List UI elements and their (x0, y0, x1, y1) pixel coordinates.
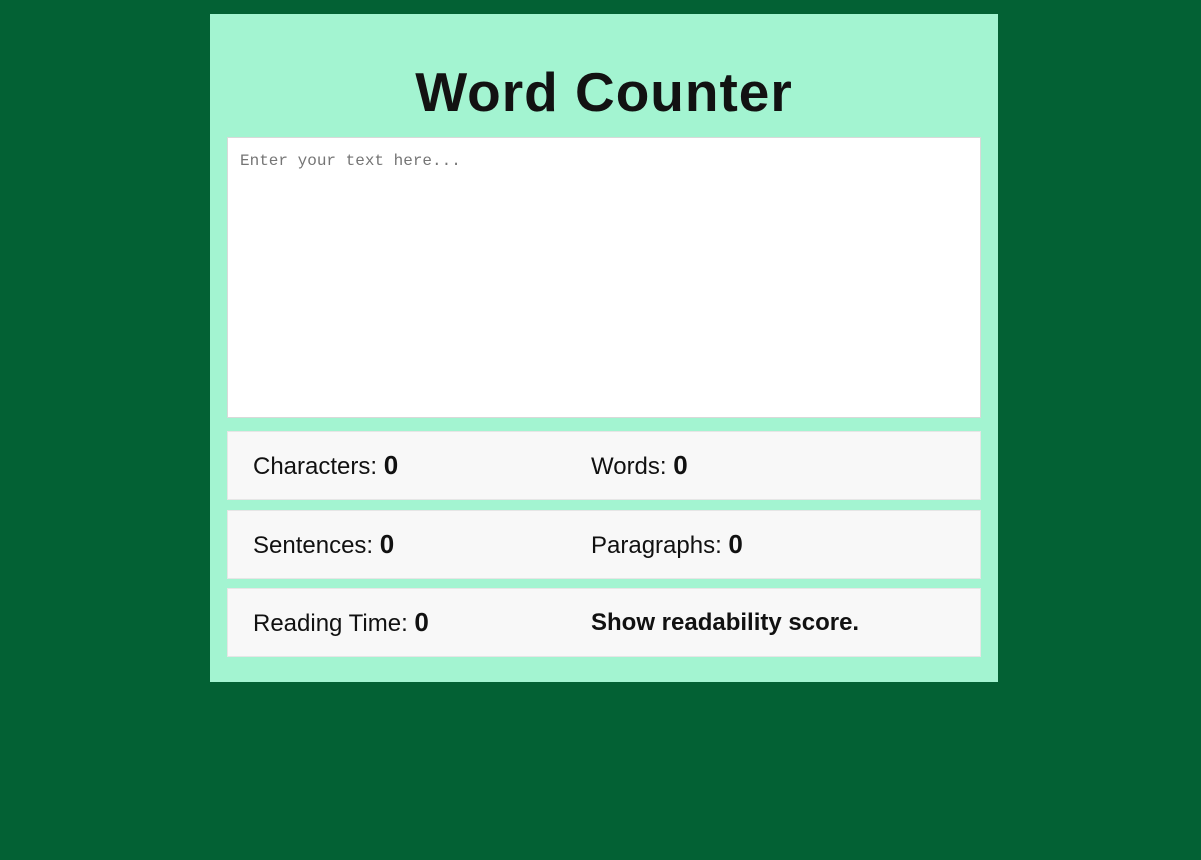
paragraphs-value: 0 (728, 529, 743, 559)
word-counter-card: Word Counter Characters: 0 Words: 0 Sent… (210, 14, 998, 682)
sentences-value: 0 (379, 529, 395, 559)
words-value: 0 (673, 450, 688, 480)
page-title: Word Counter (415, 61, 793, 123)
stats-row-counts: Characters: 0 Words: 0 (227, 431, 981, 500)
reading-time-value: 0 (414, 607, 429, 637)
stats-row-reading: Reading Time: 0 Show readability score. (227, 588, 981, 657)
characters-label: Characters: (253, 453, 384, 480)
readability-stat: Show readability score. (591, 589, 859, 656)
characters-stat: Characters: 0 (253, 432, 398, 499)
sentences-stat: Sentences: 0 (253, 511, 394, 578)
words-label: Words: (591, 453, 674, 480)
reading-time-stat: Reading Time: 0 (253, 589, 429, 656)
paragraphs-stat: Paragraphs: 0 (591, 511, 743, 578)
words-stat: Words: 0 (591, 432, 688, 499)
reading-time-label: Reading Time: (253, 610, 415, 637)
stats-row-structure: Sentences: 0 Paragraphs: 0 (227, 510, 981, 579)
sentences-label: Sentences: (253, 532, 380, 559)
text-input[interactable] (227, 137, 981, 418)
show-readability-link[interactable]: Show readability score. (591, 609, 859, 636)
paragraphs-label: Paragraphs: (591, 532, 729, 559)
characters-value: 0 (383, 450, 399, 480)
